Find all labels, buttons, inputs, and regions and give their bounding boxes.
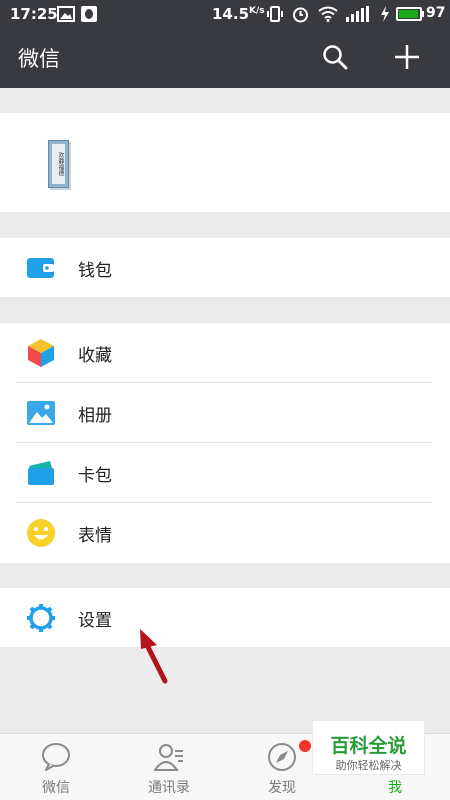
- menu-item-favorites[interactable]: 收藏: [0, 323, 450, 383]
- settings-section: 设置: [0, 588, 450, 647]
- watermark-logo: 百科全说 助你轻松解决: [312, 720, 425, 775]
- image-notification-icon: [57, 6, 75, 22]
- watermark-subtitle: 助你轻松解决: [335, 759, 402, 772]
- wallet-icon: [27, 258, 54, 278]
- menu-item-label: 收藏: [78, 346, 112, 366]
- network-speed: 14.5K/s: [212, 5, 265, 23]
- menu-item-settings[interactable]: 设置: [0, 588, 450, 648]
- watermark-title: 百科全说: [330, 735, 407, 757]
- tab-label: 我: [388, 780, 402, 796]
- menu-item-label: 钱包: [78, 261, 112, 281]
- smile-icon: [27, 519, 55, 547]
- status-bar: 17:25 14.5K/s 97: [0, 0, 450, 28]
- battery-nub: [422, 11, 424, 17]
- tab-label: 微信: [42, 780, 70, 796]
- status-time: 17:25: [10, 5, 58, 23]
- menu-item-label: 相册: [78, 406, 112, 426]
- notification-badge: [299, 740, 311, 752]
- search-icon[interactable]: [322, 44, 348, 70]
- menu-item-label: 卡包: [78, 466, 112, 486]
- avatar-text: 欢静福德: [52, 144, 65, 184]
- battery-icon: [396, 7, 422, 21]
- tab-label: 通讯录: [148, 780, 190, 796]
- title-bar: 微信: [0, 28, 450, 88]
- battery-percent: 97: [426, 5, 446, 21]
- signal-icon: [346, 6, 369, 22]
- menu-item-wallet[interactable]: 钱包: [0, 238, 450, 298]
- wifi-icon: [318, 6, 338, 22]
- qq-notification-icon: [81, 6, 97, 22]
- contacts-icon: [154, 744, 183, 771]
- card-icon: [28, 461, 54, 485]
- tab-chats[interactable]: 微信: [0, 734, 112, 800]
- features-section: 收藏 相册 卡包 表情: [0, 323, 450, 563]
- gear-icon: [27, 604, 55, 632]
- plus-icon[interactable]: [394, 44, 420, 70]
- tab-contacts[interactable]: 通讯录: [113, 734, 225, 800]
- cube-icon: [28, 339, 54, 367]
- page-title: 微信: [18, 47, 60, 71]
- tab-label: 发现: [268, 780, 296, 796]
- menu-item-cards[interactable]: 卡包: [0, 443, 450, 503]
- profile-section[interactable]: 欢静福德: [0, 113, 450, 212]
- avatar[interactable]: 欢静福德: [48, 140, 69, 188]
- compass-icon: [268, 743, 296, 771]
- menu-item-label: 设置: [78, 611, 112, 631]
- annotation-arrow-icon: [140, 629, 168, 684]
- alarm-icon: [293, 7, 308, 23]
- chat-icon: [42, 743, 70, 771]
- charging-icon: [381, 6, 389, 22]
- wallet-section: 钱包: [0, 238, 450, 297]
- menu-item-album[interactable]: 相册: [0, 383, 450, 443]
- image-icon: [27, 401, 55, 425]
- menu-item-stickers[interactable]: 表情: [0, 503, 450, 563]
- menu-item-label: 表情: [78, 526, 112, 546]
- vibrate-icon: [267, 6, 283, 22]
